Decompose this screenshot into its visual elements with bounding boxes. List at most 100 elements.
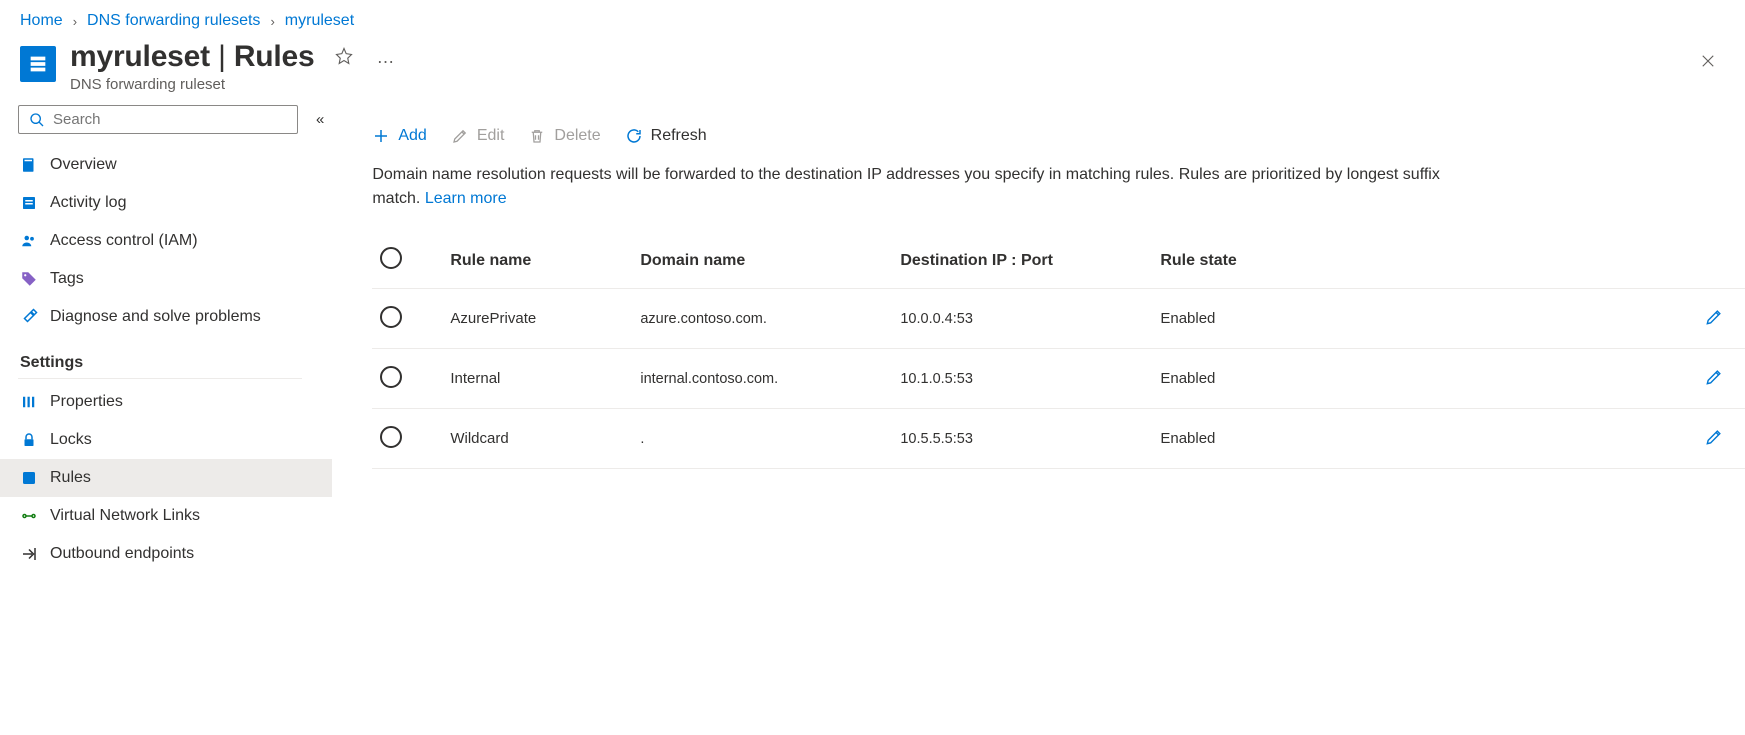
sidebar-item-locks[interactable]: Locks bbox=[18, 421, 332, 459]
button-label: Add bbox=[398, 127, 426, 145]
edit-button[interactable]: Edit bbox=[451, 127, 505, 145]
blade-name: Rules bbox=[234, 40, 315, 73]
star-icon bbox=[335, 47, 353, 65]
people-icon bbox=[20, 232, 38, 250]
cell-rule-state: Enabled bbox=[1160, 430, 1700, 447]
sidebar-item-label: Virtual Network Links bbox=[50, 507, 200, 525]
sidebar-item-rules[interactable]: Rules bbox=[0, 459, 332, 497]
row-select-radio[interactable] bbox=[380, 366, 402, 388]
close-icon bbox=[1699, 52, 1717, 70]
rules-table: Rule name Domain name Destination IP : P… bbox=[372, 233, 1745, 469]
cell-destination: 10.0.0.4:53 bbox=[900, 311, 1160, 327]
button-label: Refresh bbox=[651, 127, 707, 145]
col-rule-state[interactable]: Rule state bbox=[1160, 252, 1700, 270]
sidebar-item-outbound-endpoints[interactable]: Outbound endpoints bbox=[18, 535, 332, 573]
breadcrumb-home[interactable]: Home bbox=[20, 12, 63, 30]
cell-rule-state: Enabled bbox=[1160, 310, 1700, 327]
chevron-right-icon: › bbox=[270, 14, 274, 29]
resource-type-label: DNS forwarding ruleset bbox=[70, 76, 401, 93]
overview-icon bbox=[20, 156, 38, 174]
cell-domain-name: azure.contoso.com. bbox=[640, 311, 900, 327]
table-header-row: Rule name Domain name Destination IP : P… bbox=[372, 233, 1745, 289]
row-select-radio[interactable] bbox=[380, 306, 402, 328]
breadcrumb-parent[interactable]: DNS forwarding rulesets bbox=[87, 12, 260, 30]
sidebar-item-properties[interactable]: Properties bbox=[18, 383, 332, 421]
sidebar-item-label: Properties bbox=[50, 393, 123, 411]
pencil-icon bbox=[1704, 307, 1724, 327]
cell-domain-name: . bbox=[640, 431, 900, 447]
tag-icon bbox=[20, 270, 38, 288]
row-edit-button[interactable] bbox=[1700, 363, 1728, 394]
breadcrumb-current[interactable]: myruleset bbox=[285, 12, 354, 30]
collapse-sidebar-button[interactable]: « bbox=[312, 107, 328, 132]
cell-rule-name: Wildcard bbox=[450, 430, 640, 447]
sidebar-item-label: Access control (IAM) bbox=[50, 232, 198, 250]
sidebar-item-label: Overview bbox=[50, 156, 117, 174]
blade-header: myruleset | Rules … DNS forwarding rules… bbox=[0, 36, 1745, 105]
refresh-button[interactable]: Refresh bbox=[625, 127, 707, 145]
sidebar-item-overview[interactable]: Overview bbox=[18, 146, 332, 184]
cell-rule-name: AzurePrivate bbox=[450, 310, 640, 327]
refresh-icon bbox=[625, 127, 643, 145]
pencil-icon bbox=[451, 127, 469, 145]
col-domain-name[interactable]: Domain name bbox=[640, 252, 900, 270]
resource-name: myruleset bbox=[70, 40, 210, 73]
sidebar: « Overview Activity log Access control (… bbox=[0, 105, 332, 730]
outbound-icon bbox=[20, 545, 38, 563]
select-all-radio[interactable] bbox=[380, 247, 402, 269]
sidebar-item-label: Tags bbox=[50, 270, 84, 288]
sidebar-item-vnet-links[interactable]: Virtual Network Links bbox=[18, 497, 332, 535]
sidebar-item-activity-log[interactable]: Activity log bbox=[18, 184, 332, 222]
sidebar-item-label: Outbound endpoints bbox=[50, 545, 194, 563]
row-edit-button[interactable] bbox=[1700, 303, 1728, 334]
button-label: Delete bbox=[554, 127, 600, 145]
col-destination[interactable]: Destination IP : Port bbox=[900, 252, 1160, 270]
sidebar-item-tags[interactable]: Tags bbox=[18, 260, 332, 298]
trash-icon bbox=[528, 127, 546, 145]
breadcrumb: Home › DNS forwarding rulesets › myrules… bbox=[0, 0, 1745, 36]
chevron-double-left-icon: « bbox=[316, 111, 324, 128]
learn-more-link[interactable]: Learn more bbox=[425, 190, 507, 207]
cell-rule-name: Internal bbox=[450, 370, 640, 387]
button-label: Edit bbox=[477, 127, 505, 145]
rules-icon bbox=[20, 469, 38, 487]
lock-icon bbox=[20, 431, 38, 449]
properties-icon bbox=[20, 393, 38, 411]
row-select-radio[interactable] bbox=[380, 426, 402, 448]
sidebar-item-access-control[interactable]: Access control (IAM) bbox=[18, 222, 332, 260]
col-rule-name[interactable]: Rule name bbox=[450, 252, 640, 270]
favorite-button[interactable] bbox=[331, 43, 357, 72]
blade-description: Domain name resolution requests will be … bbox=[372, 163, 1472, 211]
search-icon bbox=[29, 112, 45, 128]
search-box[interactable] bbox=[18, 105, 298, 134]
cell-destination: 10.1.0.5:53 bbox=[900, 371, 1160, 387]
sidebar-item-diagnose[interactable]: Diagnose and solve problems bbox=[18, 298, 332, 336]
add-button[interactable]: Add bbox=[372, 127, 426, 145]
sidebar-item-label: Diagnose and solve problems bbox=[50, 308, 261, 326]
more-button[interactable]: … bbox=[373, 44, 401, 70]
main-content: Add Edit Delete Refresh Domain name reso… bbox=[332, 105, 1745, 730]
sidebar-section-settings: Settings bbox=[18, 336, 302, 379]
activity-log-icon bbox=[20, 194, 38, 212]
table-row: Internal internal.contoso.com. 10.1.0.5:… bbox=[372, 349, 1745, 409]
sidebar-item-label: Activity log bbox=[50, 194, 126, 212]
table-row: AzurePrivate azure.contoso.com. 10.0.0.4… bbox=[372, 289, 1745, 349]
row-edit-button[interactable] bbox=[1700, 423, 1728, 454]
sidebar-item-label: Locks bbox=[50, 431, 92, 449]
cell-rule-state: Enabled bbox=[1160, 370, 1700, 387]
wrench-icon bbox=[20, 308, 38, 326]
delete-button[interactable]: Delete bbox=[528, 127, 600, 145]
vnet-icon bbox=[20, 507, 38, 525]
close-button[interactable] bbox=[1695, 48, 1721, 77]
sidebar-section-label: Settings bbox=[20, 354, 83, 372]
plus-icon bbox=[372, 127, 390, 145]
pencil-icon bbox=[1704, 367, 1724, 387]
search-input[interactable] bbox=[53, 111, 287, 128]
sidebar-item-label: Rules bbox=[50, 469, 91, 487]
resource-icon bbox=[20, 46, 56, 82]
cell-destination: 10.5.5.5:53 bbox=[900, 431, 1160, 447]
page-title: myruleset | Rules bbox=[70, 40, 315, 74]
chevron-right-icon: › bbox=[73, 14, 77, 29]
table-row: Wildcard . 10.5.5.5:53 Enabled bbox=[372, 409, 1745, 469]
command-bar: Add Edit Delete Refresh bbox=[372, 121, 1745, 163]
